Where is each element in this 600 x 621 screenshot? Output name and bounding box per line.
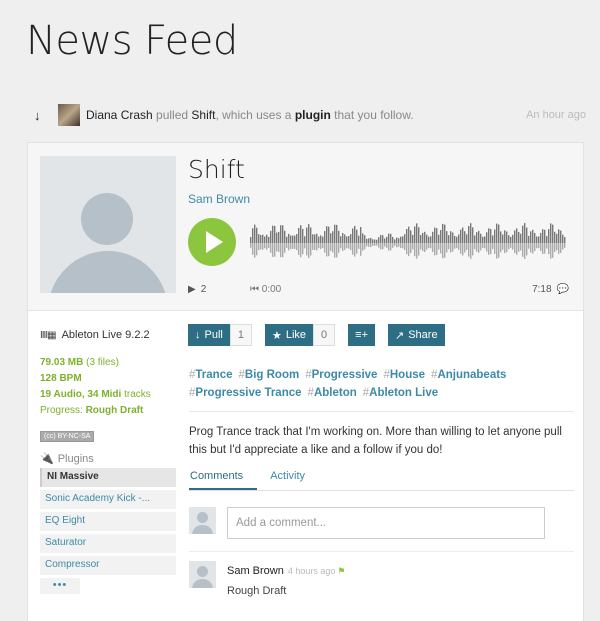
play-button[interactable] (188, 218, 236, 266)
speech-bubble-icon[interactable]: 💬 (557, 284, 569, 295)
add-to-list-button[interactable]: ≡+ (348, 324, 375, 346)
license-badge[interactable]: (cc) BY-NC-SA (40, 431, 95, 442)
like-button[interactable]: ★ Like (264, 324, 314, 346)
track-card: Shift Sam Brown ▶ 2 ⏮ 0:00 7:18 💬 IIII▦ Abl… (27, 142, 584, 621)
project-size: 79.03 MB (40, 357, 84, 368)
play-small-icon: ▶ (188, 284, 196, 295)
playback-position: ⏮ 0:00 (250, 284, 282, 295)
down-arrow-icon: ↓ (34, 107, 41, 123)
avatar[interactable] (58, 104, 80, 126)
track-header: Shift Sam Brown ▶ 2 ⏮ 0:00 7:18 💬 (28, 143, 583, 311)
plugin-item[interactable]: Compressor (40, 556, 176, 575)
tag-link[interactable]: #Ableton Live (363, 384, 438, 402)
track-artwork (40, 156, 176, 293)
play-icon (206, 231, 223, 253)
comment-input[interactable] (227, 507, 545, 539)
activity-object[interactable]: plugin (295, 108, 331, 122)
tag-link[interactable]: #Anjunabeats (431, 366, 506, 384)
comment-author[interactable]: Sam Brown (227, 565, 284, 577)
activity-user[interactable]: Diana Crash (86, 108, 153, 122)
action-buttons: ↓ Pull 1 ★ Like 0 ≡+ ↗ Share (188, 324, 445, 346)
play-count: ▶ 2 (188, 284, 207, 295)
tag-link[interactable]: #Progressive Trance (189, 384, 302, 402)
page-title: News Feed (26, 18, 238, 64)
plugin-item[interactable]: Saturator (40, 534, 176, 553)
tag-link[interactable]: #Trance (189, 366, 232, 384)
activity-middle: , which uses a (215, 108, 292, 122)
plugin-list: NI Massive Sonic Academy Kick -... EQ Eigh… (40, 468, 176, 575)
plug-icon: 🔌 (40, 453, 54, 465)
tab-bar: Comments Activity (189, 465, 574, 491)
track-description: Prog Trance track that I'm working on. M… (189, 426, 562, 456)
track-title: Shift (188, 155, 245, 184)
daw-icon: IIII▦ (40, 329, 57, 341)
comment-composer (189, 507, 545, 539)
comment-text: Rough Draft (227, 585, 287, 597)
star-icon: ★ (271, 329, 282, 342)
activity-verb: pulled (156, 108, 189, 122)
share-icon: ↗ (395, 329, 405, 342)
plugin-item[interactable]: Sonic Academy Kick -... (40, 490, 176, 509)
artist-link[interactable]: Sam Brown (188, 192, 250, 206)
activity-row: ↓ Diana Crash pulled Shift, which uses a… (34, 100, 586, 130)
tracks-word: tracks (124, 389, 151, 400)
activity-tail: that you follow. (334, 108, 414, 122)
project-stats: 79.03 MB (3 files) 128 BPM 19 Audio, 34 … (40, 355, 176, 419)
duration: 7:18 💬 (532, 284, 569, 295)
file-count: (3 files) (86, 357, 119, 368)
plugins-header: 🔌 Plugins (40, 452, 94, 466)
skip-back-icon: ⏮ (250, 284, 259, 295)
more-plugins-button[interactable]: ••• (40, 578, 80, 594)
tab-activity[interactable]: Activity (269, 465, 315, 490)
plugin-item[interactable]: EQ Eight (40, 512, 176, 531)
down-arrow-icon: ↓ (195, 329, 201, 341)
plugin-item[interactable]: NI Massive (40, 468, 176, 487)
activity-time: An hour ago (526, 109, 586, 121)
placeholder-head (81, 193, 133, 245)
tag-link[interactable]: #House (383, 366, 425, 384)
avatar (189, 507, 216, 534)
daw-info: IIII▦ Ableton Live 9.2.2 (40, 329, 150, 341)
placeholder-body (48, 251, 168, 293)
like-count: 0 (313, 324, 336, 346)
audio-midi-count: 19 Audio, 34 Midi (40, 389, 122, 400)
pull-button[interactable]: ↓ Pull (188, 324, 230, 346)
tag-link[interactable]: #Progressive (305, 366, 377, 384)
progress-value: Rough Draft (85, 405, 144, 416)
tag-link[interactable]: #Ableton (308, 384, 357, 402)
tag-list: #Trance #Big Room #Progressive #House #Anjun… (189, 366, 574, 412)
project-sidebar: IIII▦ Ableton Live 9.2.2 79.03 MB (3 file… (40, 325, 176, 594)
flag-icon[interactable]: ⚑ (337, 566, 345, 576)
bpm: 128 BPM (40, 373, 82, 384)
share-button[interactable]: ↗ Share (388, 324, 445, 346)
avatar[interactable] (189, 561, 216, 588)
progress-label: Progress: (40, 405, 83, 416)
pull-count: 1 (229, 324, 252, 346)
plus-list-icon: ≡+ (355, 329, 368, 341)
waveform[interactable] (250, 213, 566, 273)
divider (189, 551, 574, 552)
activity-track[interactable]: Shift (191, 108, 215, 122)
tab-comments[interactable]: Comments (189, 465, 258, 490)
comment-item: Sam Brown 4 hours ago ⚑ Rough Draft (189, 561, 345, 597)
tag-link[interactable]: #Big Room (238, 366, 299, 384)
comment-time: 4 hours ago (287, 566, 336, 576)
